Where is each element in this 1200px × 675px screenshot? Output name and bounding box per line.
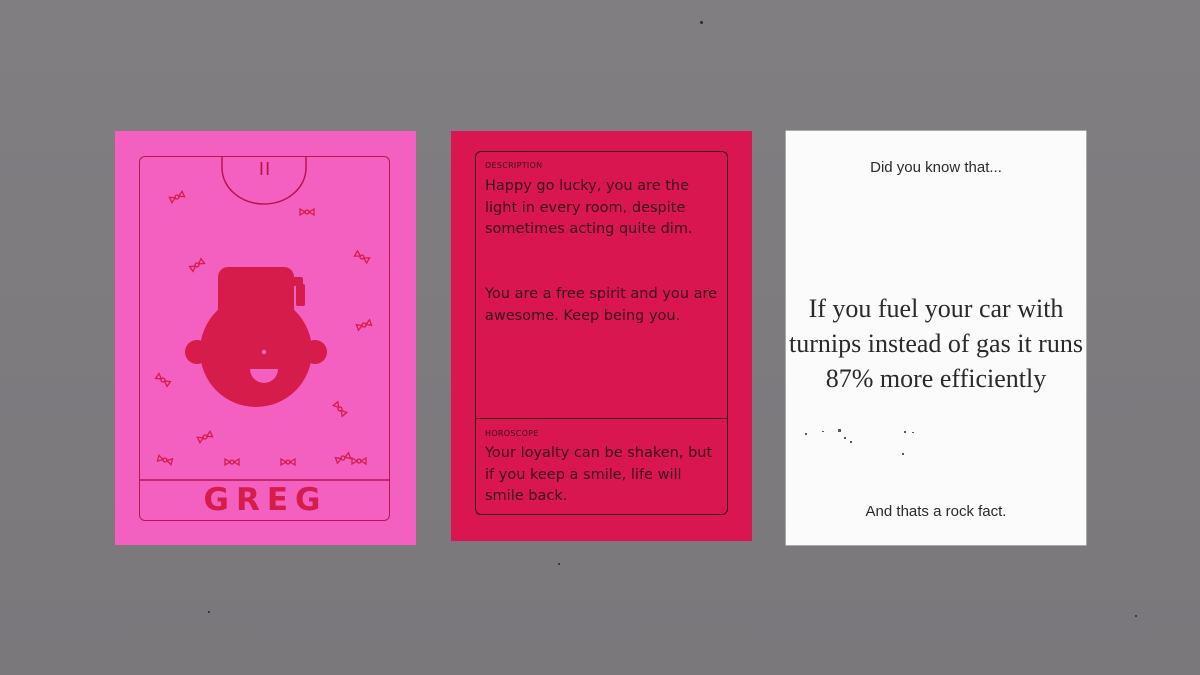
dust-speck xyxy=(1135,615,1137,617)
print-smudge xyxy=(838,429,841,432)
print-smudge xyxy=(912,432,914,433)
description-label: DESCRIPTION xyxy=(485,161,543,170)
dust-speck xyxy=(208,611,210,613)
fact-text: If you fuel your car with turnips instea… xyxy=(789,294,1083,393)
print-smudge xyxy=(844,437,846,439)
print-smudge xyxy=(902,453,904,455)
character-name: GREG xyxy=(203,482,328,518)
print-smudge xyxy=(805,433,807,435)
fact-outro: And thats a rock fact. xyxy=(865,503,1007,520)
dust-speck xyxy=(700,21,703,24)
fact-card: Did you know that... If you fuel your ca… xyxy=(786,131,1086,545)
description-text-2: You are a free spirit and you are awesom… xyxy=(485,286,718,324)
dust-speck xyxy=(558,563,560,565)
print-smudge xyxy=(822,431,824,432)
print-smudge xyxy=(850,441,852,443)
character-card: II GREG xyxy=(115,131,416,545)
fact-intro: Did you know that... xyxy=(870,159,1002,176)
section-divider xyxy=(475,418,728,419)
description-card: DESCRIPTION Happy go lucky, you are the … xyxy=(451,131,752,541)
print-smudge xyxy=(904,431,906,433)
card-numeral: II xyxy=(258,159,272,180)
horoscope-text: Your loyalty can be shaken, but if you k… xyxy=(485,445,713,504)
description-text-1: Happy go lucky, you are the light in eve… xyxy=(485,178,693,237)
horoscope-label: HOROSCOPE xyxy=(485,429,539,438)
character-face-icon xyxy=(185,267,327,407)
